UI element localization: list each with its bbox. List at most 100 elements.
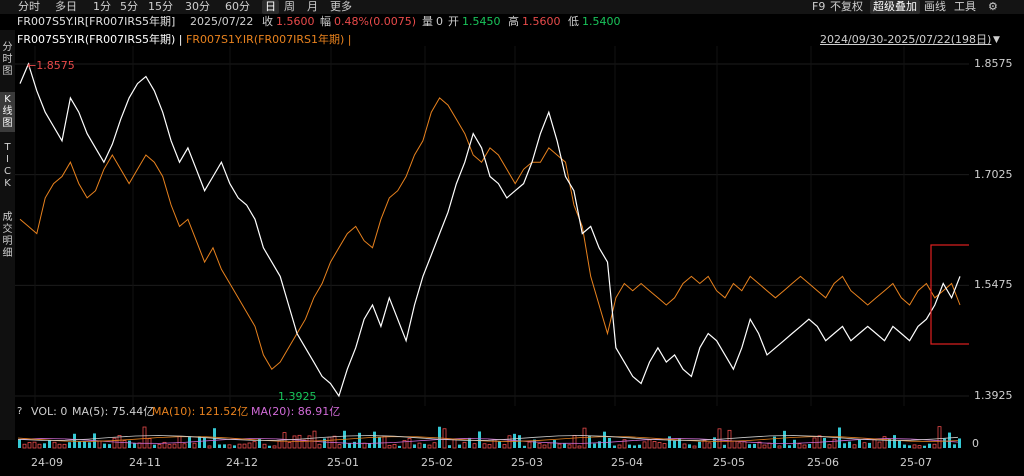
x-tick-label-9: 25-07 (900, 456, 932, 469)
y-tick-label-1: 1.7025 (974, 167, 1013, 181)
chart-vgrid (34, 46, 905, 406)
volume-bar-45 (242, 443, 247, 449)
sidebar-item-0[interactable]: 分 时 图 (0, 40, 15, 80)
volume-bar-105 (542, 444, 547, 449)
volume-bar-152 (777, 445, 782, 449)
volume-bar-184 (937, 426, 942, 449)
volume-bar-156 (797, 443, 802, 449)
volume-bar-137 (702, 440, 707, 449)
volume-bar-129 (662, 443, 667, 449)
sidebar-item-2[interactable]: T I C K (0, 140, 15, 192)
volume-bar-16 (97, 440, 102, 449)
price-chart[interactable] (15, 46, 969, 406)
volume-bar-69 (362, 442, 367, 449)
volume-bar-80 (417, 442, 422, 449)
volume-bar-122 (628, 444, 631, 448)
volume-bar-171 (872, 439, 877, 449)
y-tick-label-2: 1.5475 (974, 278, 1013, 292)
volume-bar-141 (723, 444, 726, 448)
volume-bar-101 (523, 445, 526, 448)
volume-value: 0 (436, 15, 443, 28)
volume-bar-83 (432, 442, 437, 449)
period-tab-6[interactable]: 60分 (225, 0, 250, 14)
view-sidebar: 分 时 图 K 线 图 T I C K 成 交 明 细 (0, 30, 15, 440)
volume-bar-63 (332, 435, 337, 449)
period-tab-9[interactable]: 月 (307, 0, 318, 14)
volume-bar-150 (767, 442, 772, 449)
volume-bar-6 (48, 440, 51, 448)
volume-bar-90 (468, 437, 471, 448)
volume-bar-177 (903, 444, 906, 448)
volume-bar-55 (292, 435, 297, 449)
date-label: 2025/07/22 (190, 15, 254, 28)
volume-bar-61 (323, 438, 326, 448)
vol-zero-label: 0 (972, 437, 979, 450)
volume-bar-126 (647, 439, 652, 449)
volume-bar-125 (642, 441, 647, 449)
volume-bar-28 (157, 444, 162, 449)
volume-bar-50 (268, 445, 271, 448)
volume-bar-107 (553, 440, 556, 448)
volume-bar-66 (348, 443, 351, 448)
volume-bar-96 (498, 441, 501, 448)
volume-bar-87 (452, 438, 457, 449)
volume-bar-109 (563, 443, 566, 448)
volume-bar-139 (713, 437, 716, 448)
low-label: 低 (568, 15, 579, 28)
toolbar-right-2[interactable]: 超级叠加 (870, 0, 920, 14)
volume-bar-153 (783, 430, 786, 448)
volume-bar-102 (527, 441, 532, 449)
settings-gear-icon[interactable]: ⚙ (988, 0, 998, 14)
toolbar-right-4[interactable]: 工具 (954, 0, 976, 14)
period-tab-2[interactable]: 1分 (93, 0, 111, 14)
toolbar-right-0[interactable]: F9 (812, 0, 825, 14)
volume-bar-49 (262, 443, 267, 449)
x-tick-label-5: 25-03 (511, 456, 543, 469)
sidebar-item-1[interactable]: K 线 图 (0, 92, 15, 132)
symbol-label: FR007S5Y.IR[FR007IRS5年期] (17, 15, 176, 28)
y-tick-label-3: 1.3925 (974, 389, 1013, 402)
x-tick-label-6: 25-04 (611, 456, 643, 469)
volume-bar-68 (358, 432, 361, 448)
volume-bar-162 (827, 444, 832, 449)
period-tab-5[interactable]: 30分 (185, 0, 210, 14)
volume-bar-14 (88, 442, 91, 448)
toolbar-right-3[interactable]: 画线 (924, 0, 946, 14)
sidebar-item-3[interactable]: 成 交 明 细 (0, 210, 15, 262)
high-value: 1.5600 (522, 15, 561, 28)
range-dropdown-icon[interactable]: ▼ (993, 33, 1000, 47)
volume-bar-1 (22, 443, 27, 449)
volume-bar-84 (438, 426, 441, 448)
volume-bar-185 (943, 438, 946, 448)
min-label: 1.3925 (278, 390, 317, 403)
period-tab-10[interactable]: 更多 (330, 0, 352, 14)
volume-bar-97 (502, 444, 507, 449)
period-tab-1[interactable]: 多日 (55, 0, 77, 14)
toolbar-right-1[interactable]: 不复权 (830, 0, 863, 14)
period-tab-3[interactable]: 5分 (120, 0, 138, 14)
volume-bar-186 (948, 432, 951, 448)
series2-legend[interactable]: FR007S1Y.IR(FR007IRS1年期) | (186, 33, 351, 47)
chart-grid (15, 63, 969, 397)
volume-bar-40 (218, 444, 221, 448)
volume-bar-82 (427, 444, 432, 449)
volume-bar-120 (617, 444, 622, 449)
vol-help-icon[interactable]: ? (17, 405, 22, 419)
volume-chart[interactable] (15, 420, 969, 450)
x-tick-label-3: 25-01 (327, 456, 359, 469)
volume-bar-9 (62, 443, 67, 449)
volume-bar-158 (808, 444, 811, 448)
series1-legend[interactable]: FR007S5Y.IR(FR007IRS5年期) | (17, 33, 182, 47)
volume-bar-17 (103, 443, 106, 448)
volume-bar-147 (753, 443, 756, 448)
volume-bar-183 (932, 443, 937, 449)
volume-bar-54 (287, 442, 292, 449)
volume-bar-138 (707, 442, 712, 449)
period-tab-8[interactable]: 周 (284, 0, 295, 14)
volume-bar-115 (593, 443, 596, 448)
period-tab-7[interactable]: 日 (262, 0, 279, 14)
date-range-label[interactable]: 2024/09/30-2025/07/22(198日) (820, 33, 991, 47)
period-tab-4[interactable]: 15分 (148, 0, 173, 14)
volume-bar-0 (18, 439, 21, 448)
period-tab-0[interactable]: 分时 (18, 0, 40, 14)
